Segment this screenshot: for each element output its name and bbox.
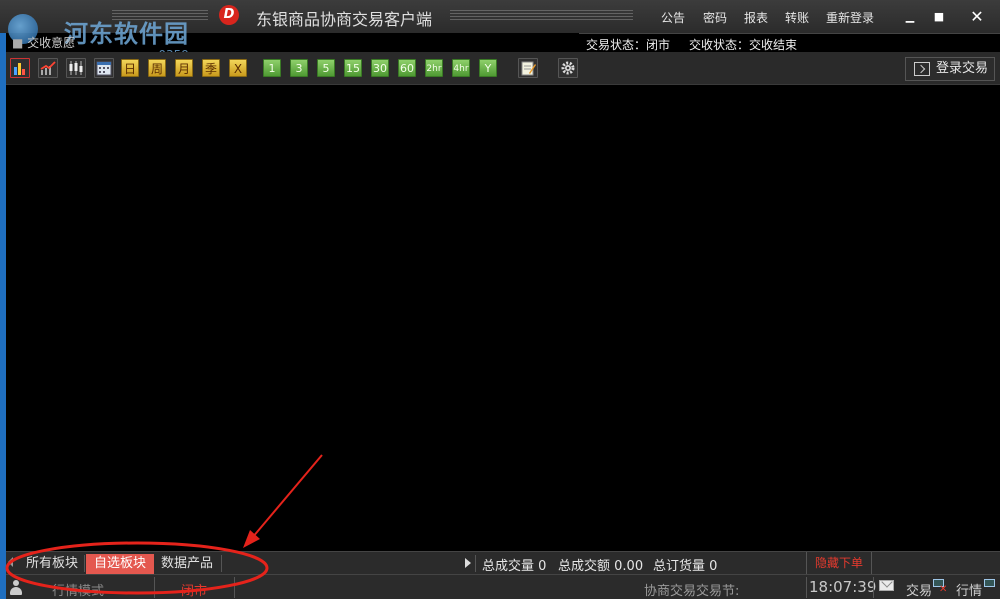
period-week-button[interactable]: 周 (148, 59, 166, 77)
minute-5-button[interactable]: 5 (317, 59, 335, 77)
total-volume: 总成交量 0 (482, 555, 546, 574)
total-amount-label: 总成交额 (558, 559, 611, 574)
total-volume-label: 总成交量 (482, 559, 535, 574)
total-amount-value: 0.00 (614, 559, 644, 574)
login-trade-label: 登录交易 (936, 61, 989, 76)
scroll-left-icon[interactable] (8, 557, 13, 567)
total-orders: 总订货量 0 (653, 555, 717, 574)
tab-settlement-intent[interactable]: ■ 交收意愿 (12, 34, 75, 51)
menu-relogin[interactable]: 重新登录 (826, 9, 874, 26)
market-status-box: 交易状态： 闭市 交收状态： 交收结束 (579, 33, 1000, 52)
status-separator (873, 577, 874, 598)
period-x-button[interactable]: X (229, 59, 247, 77)
hide-order-button[interactable]: 隐藏下单 (806, 552, 872, 575)
status-separator (806, 577, 807, 598)
quote-connection-icon (984, 579, 998, 593)
total-orders-label: 总订货量 (653, 559, 706, 574)
tab-separator (221, 555, 222, 572)
tab-favorite-sectors[interactable]: 自选板块 (86, 554, 154, 574)
scroll-right-icon[interactable] (465, 558, 471, 568)
hour-2-button[interactable]: 2hr (425, 59, 443, 77)
market-closed-label: 闭市 (181, 584, 208, 599)
total-amount: 总成交额 0.00 (558, 555, 643, 574)
hour-4-button[interactable]: 4hr (452, 59, 470, 77)
menu-transfer[interactable]: 转账 (785, 9, 809, 26)
minute-3-button[interactable]: 3 (290, 59, 308, 77)
tab-all-sectors[interactable]: 所有板块 (22, 554, 82, 574)
session-label: 协商交易交易节: (644, 584, 740, 599)
tab-data-products[interactable]: 数据产品 (156, 554, 218, 574)
quote-connection-label: 行情 (956, 584, 983, 599)
minute-30-button[interactable]: 30 (371, 59, 389, 77)
chart-area[interactable] (6, 85, 1000, 551)
trade-disconnected-icon: ✕ (933, 579, 947, 595)
calendar-icon[interactable] (94, 58, 114, 78)
gear-icon[interactable] (558, 58, 578, 78)
trade-status-value: 闭市 (646, 38, 671, 52)
total-orders-value: 0 (709, 559, 718, 574)
login-trade-button[interactable]: 登录交易 (905, 57, 995, 81)
title-stripe-right (450, 10, 633, 22)
bar-chart-icon[interactable] (10, 58, 30, 78)
edit-icon[interactable] (518, 58, 538, 78)
maximize-button[interactable]: ■ (928, 6, 950, 28)
trend-chart-icon[interactable] (38, 58, 58, 78)
candlestick-icon[interactable] (66, 58, 86, 78)
mail-icon[interactable] (879, 580, 894, 591)
trade-status-label: 交易状态： (586, 38, 647, 52)
tab-settlement-intent-label: 交收意愿 (27, 36, 76, 50)
tab-separator (475, 555, 476, 572)
close-button[interactable]: ✕ (966, 6, 988, 28)
menu-report[interactable]: 报表 (744, 9, 768, 26)
minimize-button[interactable]: ▁ (899, 6, 921, 28)
menu-announcement[interactable]: 公告 (661, 9, 685, 26)
period-quarter-button[interactable]: 季 (202, 59, 220, 77)
sector-tab-bar: 所有板块 自选板块 数据产品 总成交量 0 总成交额 0.00 总订货量 0 隐… (6, 551, 1000, 575)
tab-separator (84, 555, 85, 572)
user-icon (10, 580, 22, 596)
status-separator (154, 577, 155, 598)
status-separator (234, 577, 235, 598)
settle-status-value: 交收结束 (749, 38, 798, 52)
minute-15-button[interactable]: 15 (344, 59, 362, 77)
quote-mode-label: 行情模式 (52, 584, 105, 599)
clock-time: 18:07:39 (809, 578, 877, 596)
app-title: 东银商品协商交易客户端 (256, 10, 433, 29)
minute-60-button[interactable]: 60 (398, 59, 416, 77)
period-y-button[interactable]: Y (479, 59, 497, 77)
trade-connection-label: 交易 (906, 584, 933, 599)
settle-status-label: 交收状态： (689, 38, 750, 52)
app-logo: D (219, 5, 239, 25)
period-month-button[interactable]: 月 (175, 59, 193, 77)
menu-password[interactable]: 密码 (703, 9, 727, 26)
watermark-text: 河东软件园 (64, 19, 189, 48)
status-bar: 行情模式 闭市 协商交易交易节: 18:07:39 交易 ✕ 行情 (6, 574, 1000, 599)
period-day-button[interactable]: 日 (121, 59, 139, 77)
minute-1-button[interactable]: 1 (263, 59, 281, 77)
toolbar: 日 周 月 季 X 1 3 5 15 30 60 2hr 4hr Y 登录交易 (6, 52, 1000, 85)
terminal-icon (914, 62, 930, 76)
total-volume-value: 0 (538, 559, 547, 574)
